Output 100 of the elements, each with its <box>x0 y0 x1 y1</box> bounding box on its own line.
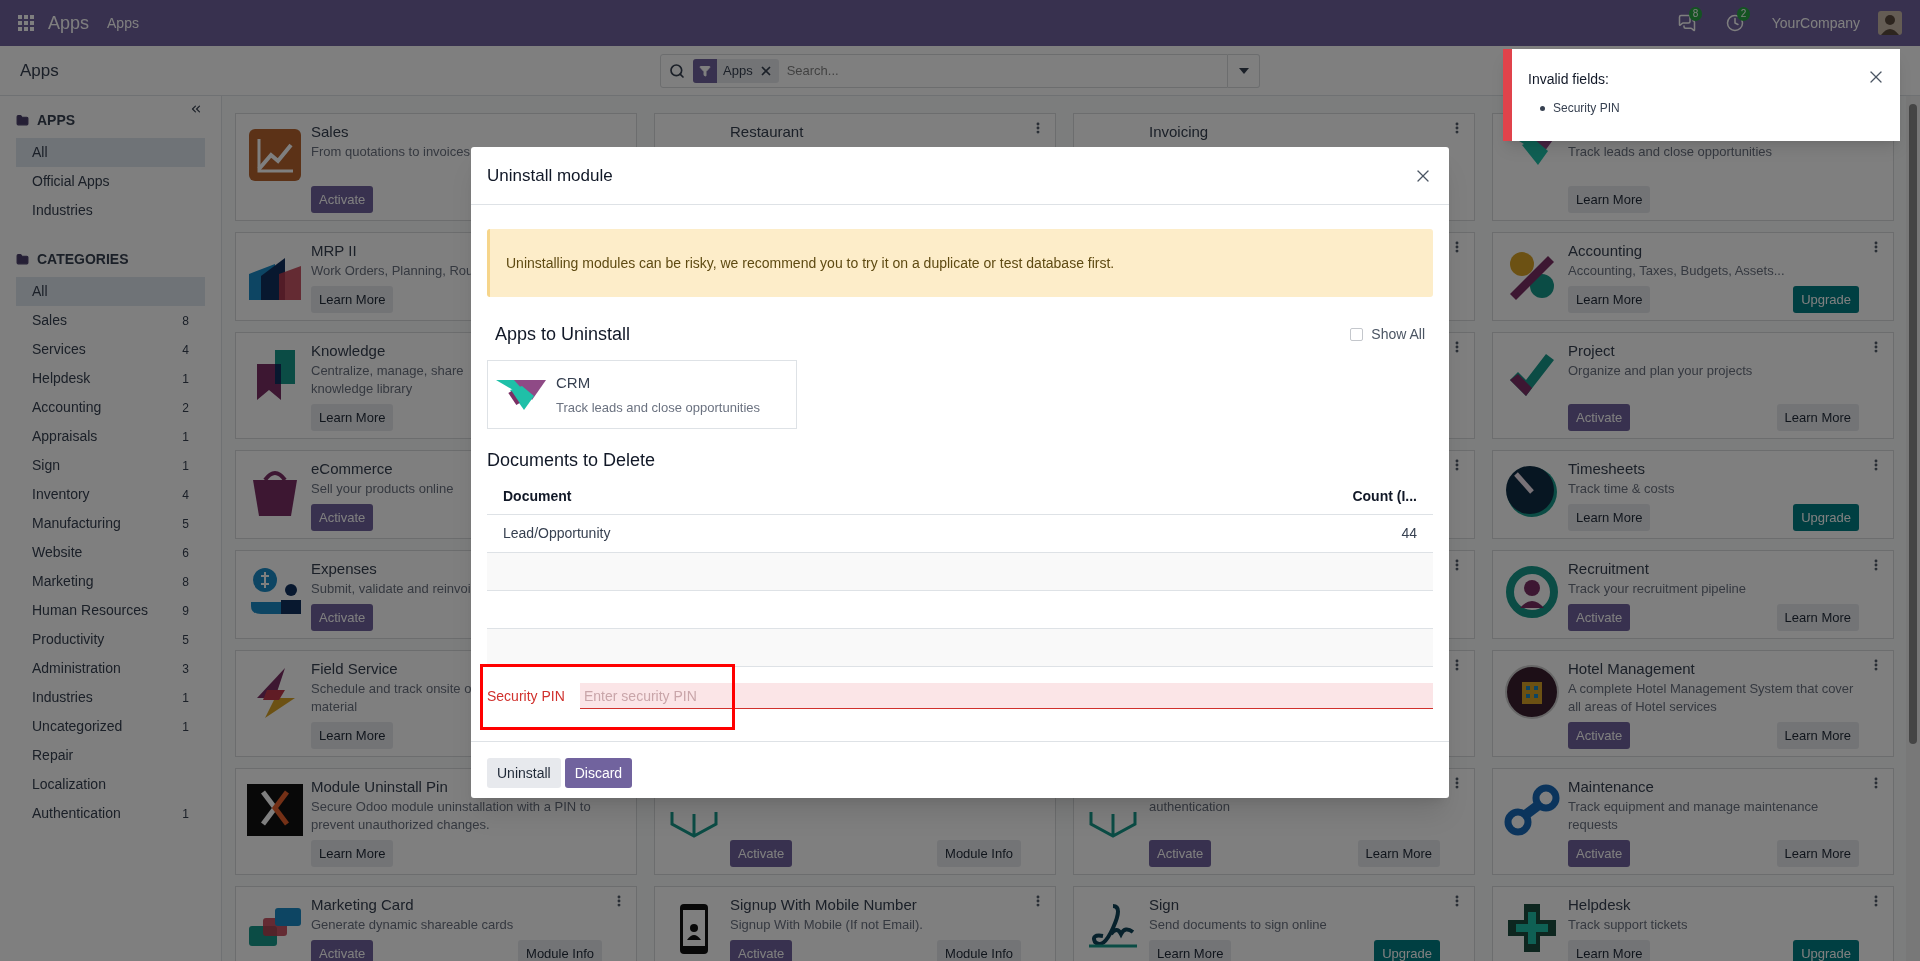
collapse-icon[interactable] <box>189 102 203 116</box>
info-button[interactable]: Learn More <box>311 840 394 867</box>
app-title: Accounting <box>1568 241 1643 261</box>
app-title: Restaurant <box>730 122 804 142</box>
item-label: All <box>32 143 48 162</box>
sidebar-item[interactable]: Localization <box>16 770 205 799</box>
sidebar-item[interactable]: Human Resources 9 <box>16 596 205 625</box>
sidebar-item[interactable]: Productivity 5 <box>16 625 205 654</box>
info-button[interactable]: Learn More <box>1568 186 1651 213</box>
info-button[interactable]: Learn More <box>1568 504 1651 531</box>
app-grid-icon[interactable] <box>18 15 34 31</box>
app-title: eCommerce <box>311 459 393 479</box>
search-options-button[interactable] <box>1228 54 1260 88</box>
activate-button[interactable]: Activate <box>1568 604 1631 631</box>
section-title: APPS <box>37 110 76 130</box>
info-button[interactable]: Learn More <box>311 722 394 749</box>
info-button[interactable]: Module Info <box>518 940 602 961</box>
breadcrumb: Apps <box>20 59 59 82</box>
sidebar-item[interactable]: All <box>16 138 205 167</box>
sidebar-item[interactable]: Manufacturing 5 <box>16 509 205 538</box>
sidebar-item[interactable]: All <box>16 277 205 306</box>
app-title: Knowledge <box>311 341 386 361</box>
item-label: Industries <box>32 201 93 220</box>
activate-button[interactable]: Activate <box>730 840 793 867</box>
sidebar-item[interactable]: Uncategorized 1 <box>16 712 205 741</box>
upgrade-button[interactable]: Upgrade <box>1793 286 1859 313</box>
sidebar-item[interactable]: Official Apps <box>16 167 205 196</box>
info-button[interactable]: Learn More <box>1357 840 1440 867</box>
sidebar-item[interactable]: Industries <box>16 196 205 225</box>
activate-button[interactable]: Activate <box>311 186 374 213</box>
sidebar-item[interactable]: Website 6 <box>16 538 205 567</box>
avatar[interactable] <box>1878 11 1902 35</box>
sidebar-item[interactable]: Inventory 4 <box>16 480 205 509</box>
info-button[interactable]: Learn More <box>1149 940 1232 961</box>
upgrade-button[interactable]: Upgrade <box>1793 504 1859 531</box>
activate-button[interactable]: Activate <box>1568 404 1631 431</box>
item-label: Appraisals <box>32 427 98 446</box>
caret-icon <box>1238 68 1249 74</box>
item-label: Industries <box>32 688 93 707</box>
info-button[interactable]: Learn More <box>1776 604 1859 631</box>
info-button[interactable]: Module Info <box>937 940 1021 961</box>
info-button[interactable]: Module Info <box>937 840 1021 867</box>
column-header[interactable]: Count (I... <box>1352 485 1417 507</box>
search-input[interactable]: Search... <box>786 61 1219 81</box>
sidebar-item[interactable]: Services 4 <box>16 335 205 364</box>
column-header[interactable]: Document <box>503 485 1353 507</box>
sidebar-item[interactable]: Sales 8 <box>16 306 205 335</box>
app-description: A complete Hotel Management System that cover <box>1568 680 1854 698</box>
item-count: 1 <box>182 805 189 823</box>
app-title: Marketing Card <box>311 895 414 915</box>
search-field[interactable]: Apps Search... <box>660 54 1228 88</box>
field-label: Security PIN <box>487 686 566 706</box>
upgrade-button[interactable]: Upgrade <box>1374 940 1440 961</box>
sidebar-item[interactable]: Accounting 2 <box>16 393 205 422</box>
pin-input[interactable]: Enter security PIN <box>580 683 1433 709</box>
sidebar-item[interactable]: Helpdesk 1 <box>16 364 205 393</box>
sidebar-item[interactable]: Marketing 8 <box>16 567 205 596</box>
item-count: 6 <box>182 544 189 562</box>
sidebar-item[interactable]: Repair <box>16 741 205 770</box>
info-button[interactable]: Learn More <box>1776 722 1859 749</box>
sidebar-item[interactable]: Appraisals 1 <box>16 422 205 451</box>
count-badge: 2 <box>1736 7 1751 21</box>
info-button[interactable]: Learn More <box>1776 840 1859 867</box>
show-all-checkbox[interactable]: Show All <box>1350 324 1425 345</box>
menu-link[interactable]: Apps <box>107 12 139 34</box>
brand-link[interactable]: Apps <box>48 9 90 37</box>
item-count: 1 <box>182 718 189 736</box>
activate-button[interactable]: Activate <box>1568 722 1631 749</box>
app-description: Signup With Mobile (If not Email). <box>730 916 923 934</box>
app-description: Submit, validate and reinvoi <box>311 580 471 598</box>
activate-button[interactable]: Activate <box>311 504 374 531</box>
info-button[interactable]: Learn More <box>1568 940 1651 961</box>
app-description: From quotations to invoices <box>311 143 470 161</box>
uninstall-button[interactable]: Uninstall <box>487 758 561 788</box>
sidebar-item[interactable]: Authentication 1 <box>16 799 205 828</box>
sidebar-item[interactable]: Administration 3 <box>16 654 205 683</box>
item-count: 1 <box>182 428 189 446</box>
item-label: Productivity <box>32 630 105 649</box>
info-button[interactable]: Learn More <box>1568 286 1651 313</box>
app-description: Track support tickets <box>1568 916 1688 934</box>
facet-label: Apps <box>722 62 754 81</box>
count-badge: 8 <box>1688 7 1703 21</box>
sidebar-item[interactable]: Sign 1 <box>16 451 205 480</box>
sidebar-item[interactable]: Industries 1 <box>16 683 205 712</box>
activate-button[interactable]: Activate <box>1568 840 1631 867</box>
upgrade-button[interactable]: Upgrade <box>1793 940 1859 961</box>
activate-button[interactable]: Activate <box>730 940 793 961</box>
info-button[interactable]: Learn More <box>311 404 394 431</box>
activate-button[interactable]: Activate <box>311 940 374 961</box>
app-description: Organize and plan your projects <box>1568 362 1753 380</box>
discard-button[interactable]: Discard <box>564 758 633 788</box>
activate-button[interactable]: Activate <box>1149 840 1212 867</box>
handshake-icon <box>496 377 546 412</box>
app-title: Module Uninstall Pin <box>311 777 448 797</box>
info-button[interactable]: Learn More <box>1776 404 1859 431</box>
scrollbar[interactable] <box>1906 96 1920 961</box>
company-name[interactable]: YourCompany <box>1771 12 1860 34</box>
info-button[interactable]: Learn More <box>311 286 394 313</box>
app-title: Sign <box>1149 895 1180 915</box>
activate-button[interactable]: Activate <box>311 604 374 631</box>
